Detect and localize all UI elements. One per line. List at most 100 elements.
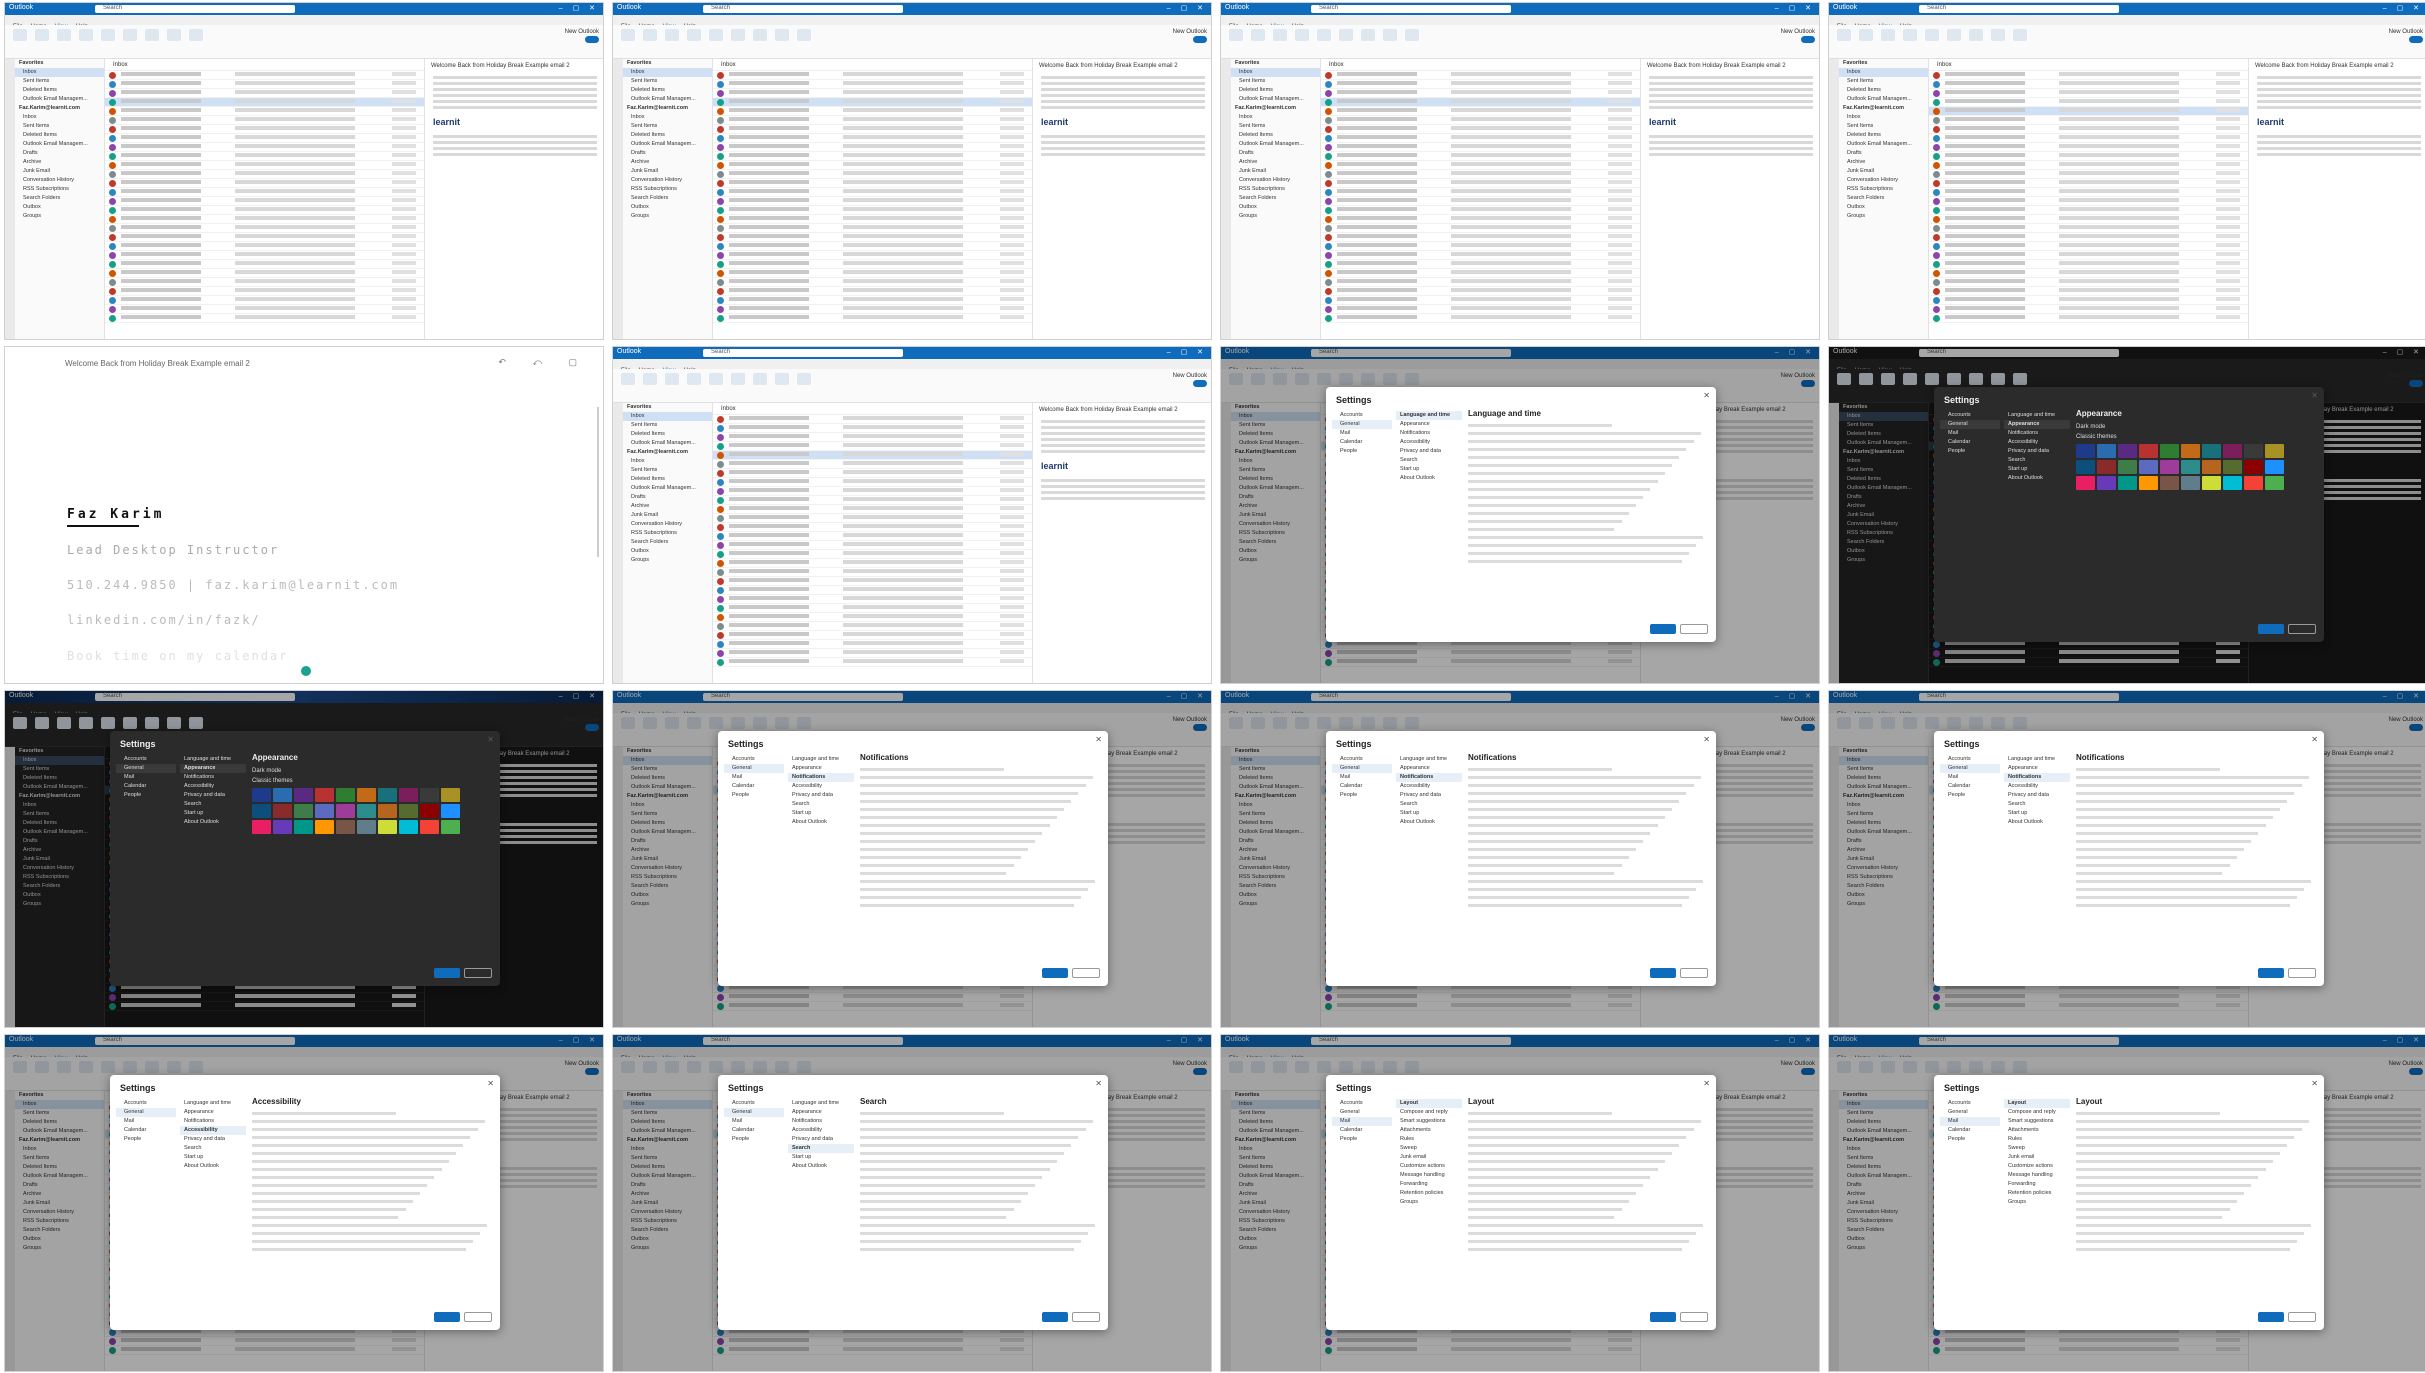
- message-row[interactable]: [1929, 143, 2248, 152]
- message-row[interactable]: [713, 469, 1032, 478]
- settings-subnav-item[interactable]: Appearance: [180, 764, 246, 773]
- folder-item[interactable]: Groups: [1231, 212, 1320, 221]
- message-row[interactable]: [1929, 107, 2248, 116]
- folder-item[interactable]: Deleted Items: [1839, 131, 1928, 140]
- settings-subnav-item[interactable]: Accessibility: [2004, 438, 2070, 447]
- close-icon[interactable]: ✕: [2311, 391, 2318, 400]
- message-row[interactable]: [1321, 89, 1640, 98]
- settings-subnav-item[interactable]: About Outlook: [180, 818, 246, 827]
- message-row[interactable]: [713, 125, 1032, 134]
- folder-item[interactable]: Sent Items: [623, 466, 712, 475]
- ribbon-button[interactable]: [797, 373, 811, 385]
- settings-subnav-item[interactable]: Sweep: [2004, 1144, 2070, 1153]
- theme-swatch[interactable]: [2202, 444, 2221, 458]
- settings-subnav-item[interactable]: About Outlook: [1396, 474, 1462, 483]
- folder-item[interactable]: Outlook Email Managem...: [623, 140, 712, 149]
- message-row[interactable]: [713, 134, 1032, 143]
- settings-subnav-item[interactable]: Rules: [1396, 1135, 1462, 1144]
- settings-nav-item[interactable]: Accounts: [1332, 411, 1392, 420]
- search-box[interactable]: Search: [703, 5, 903, 13]
- favorites-header[interactable]: Favorites: [15, 59, 104, 68]
- theme-swatch[interactable]: [2181, 460, 2200, 474]
- ribbon-button[interactable]: [709, 373, 723, 385]
- settings-subnav-item[interactable]: Notifications: [180, 773, 246, 782]
- settings-nav-item[interactable]: General: [1940, 764, 2000, 773]
- folder-item[interactable]: Inbox: [623, 412, 712, 421]
- theme-swatch[interactable]: [2244, 476, 2263, 490]
- message-row[interactable]: [105, 188, 424, 197]
- ribbon-button[interactable]: [79, 29, 93, 41]
- message-row[interactable]: [713, 577, 1032, 586]
- folder-item[interactable]: Outlook Email Managem...: [623, 439, 712, 448]
- folder-item[interactable]: RSS Subscriptions: [15, 185, 104, 194]
- folder-item[interactable]: Groups: [15, 212, 104, 221]
- ribbon-button[interactable]: [1339, 29, 1353, 41]
- message-row[interactable]: [1929, 206, 2248, 215]
- message-row[interactable]: [105, 107, 424, 116]
- settings-nav-item[interactable]: Mail: [724, 1117, 784, 1126]
- message-row[interactable]: [713, 71, 1032, 80]
- settings-subnav-item[interactable]: Junk email: [2004, 1153, 2070, 1162]
- theme-swatch[interactable]: [2223, 460, 2242, 474]
- message-row[interactable]: [713, 415, 1032, 424]
- message-row[interactable]: [713, 478, 1032, 487]
- message-row[interactable]: [1929, 71, 2248, 80]
- folder-item[interactable]: RSS Subscriptions: [1231, 185, 1320, 194]
- message-row[interactable]: [105, 179, 424, 188]
- ribbon-button[interactable]: [145, 29, 159, 41]
- message-row[interactable]: [1321, 116, 1640, 125]
- folder-item[interactable]: Junk Email: [1839, 167, 1928, 176]
- message-row[interactable]: [1929, 134, 2248, 143]
- settings-subnav-item[interactable]: Start up: [788, 809, 854, 818]
- message-row[interactable]: [105, 143, 424, 152]
- theme-swatch[interactable]: [2118, 476, 2137, 490]
- window-controls[interactable]: – ▢ ✕: [559, 4, 599, 12]
- folder-item[interactable]: Sent Items: [15, 122, 104, 131]
- close-icon[interactable]: ✕: [487, 735, 494, 744]
- message-row[interactable]: [713, 586, 1032, 595]
- folder-item[interactable]: Search Folders: [623, 538, 712, 547]
- settings-subnav-item[interactable]: Language and time: [2004, 755, 2070, 764]
- folder-item[interactable]: Archive: [623, 158, 712, 167]
- message-row[interactable]: [1929, 161, 2248, 170]
- message-row[interactable]: [1321, 251, 1640, 260]
- settings-subnav-item[interactable]: About Outlook: [788, 818, 854, 827]
- message-row[interactable]: [1929, 215, 2248, 224]
- settings-subnav-item[interactable]: Accessibility: [1396, 438, 1462, 447]
- window-controls[interactable]: – ▢ ✕: [1775, 4, 1815, 12]
- folder-item[interactable]: Conversation History: [623, 176, 712, 185]
- message-row[interactable]: [713, 188, 1032, 197]
- settings-nav-item[interactable]: General: [1332, 764, 1392, 773]
- save-button[interactable]: [434, 968, 460, 978]
- ribbon-button[interactable]: [57, 29, 71, 41]
- folder-item[interactable]: Sent Items: [1231, 122, 1320, 131]
- settings-subnav-item[interactable]: Start up: [788, 1153, 854, 1162]
- ribbon-button[interactable]: [167, 29, 181, 41]
- folder-item[interactable]: Archive: [1839, 158, 1928, 167]
- settings-nav-item[interactable]: Accounts: [1332, 1099, 1392, 1108]
- message-row[interactable]: [1929, 305, 2248, 314]
- settings-nav-item[interactable]: Calendar: [724, 1126, 784, 1135]
- settings-subnav-item[interactable]: Language and time: [180, 1099, 246, 1108]
- settings-nav-item[interactable]: General: [1940, 1108, 2000, 1117]
- discard-button[interactable]: [1072, 1312, 1100, 1322]
- settings-subnav-item[interactable]: Notifications: [180, 1117, 246, 1126]
- ribbon-button[interactable]: [1947, 29, 1961, 41]
- settings-subnav-item[interactable]: Compose and reply: [2004, 1108, 2070, 1117]
- ribbon-button[interactable]: [2013, 29, 2027, 41]
- settings-nav-item[interactable]: Mail: [1940, 429, 2000, 438]
- message-row[interactable]: [713, 116, 1032, 125]
- ribbon-button[interactable]: [1317, 29, 1331, 41]
- settings-nav-item[interactable]: General: [1332, 1108, 1392, 1117]
- message-row[interactable]: [105, 287, 424, 296]
- message-row[interactable]: [105, 98, 424, 107]
- new-outlook-toggle[interactable]: [1801, 36, 1815, 43]
- message-row[interactable]: [1321, 296, 1640, 305]
- settings-subnav-item[interactable]: Attachments: [2004, 1126, 2070, 1135]
- message-row[interactable]: [713, 496, 1032, 505]
- message-row[interactable]: [105, 125, 424, 134]
- theme-swatch[interactable]: [294, 804, 313, 818]
- settings-nav-item[interactable]: Accounts: [1332, 755, 1392, 764]
- message-row[interactable]: [105, 116, 424, 125]
- theme-swatch[interactable]: [2139, 460, 2158, 474]
